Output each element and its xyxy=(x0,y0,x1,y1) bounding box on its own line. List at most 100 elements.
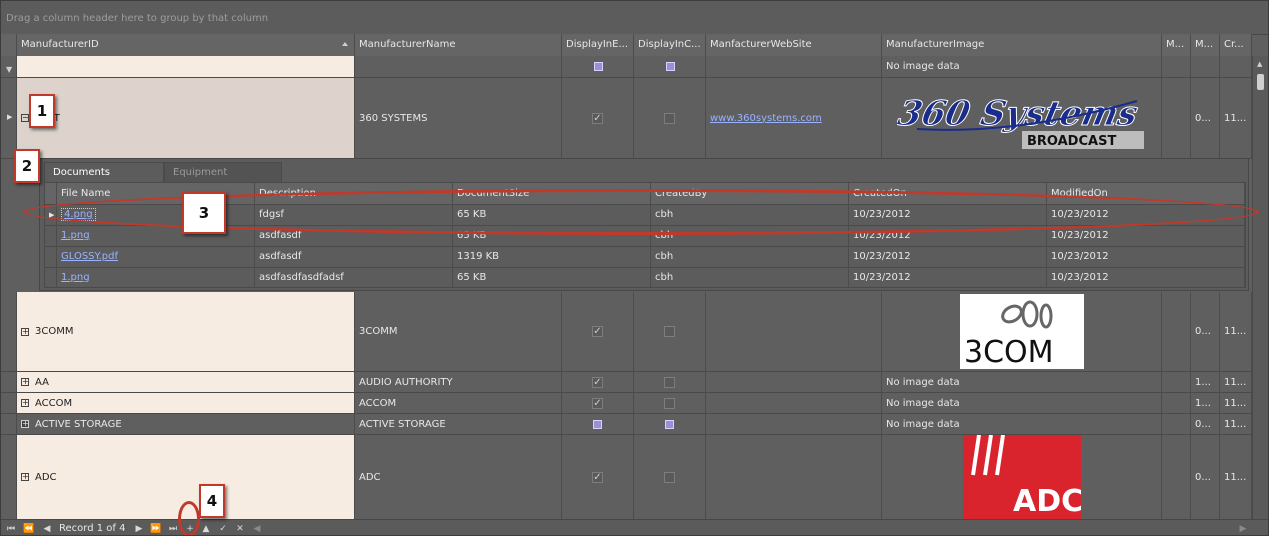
cell-m1[interactable] xyxy=(1162,292,1191,371)
cell-manufacturername[interactable]: 360 SYSTEMS xyxy=(355,78,562,158)
collapse-icon[interactable]: − xyxy=(21,114,29,122)
checked-checkbox-icon[interactable]: ✓ xyxy=(592,112,603,124)
expand-icon[interactable]: + xyxy=(21,399,29,407)
cell-image[interactable]: ADC xyxy=(882,435,1162,519)
file-link[interactable]: 1.png xyxy=(61,230,90,241)
previous-page-icon[interactable]: ⏪ xyxy=(23,523,35,535)
cell-displayine[interactable]: ✓ xyxy=(562,372,634,392)
cell-cr[interactable]: 11... xyxy=(1220,78,1252,158)
filter-displayine-checkbox[interactable] xyxy=(562,56,634,77)
cell-m1[interactable] xyxy=(1162,414,1191,434)
cell-m1[interactable] xyxy=(1162,372,1191,392)
cell-website[interactable] xyxy=(706,435,882,519)
next-record-icon[interactable]: ▶ xyxy=(133,523,145,535)
table-row[interactable]: + AA AUDIO AUTHORITY ✓ No image data 1..… xyxy=(1,372,1252,393)
vertical-scrollbar[interactable]: ▲ xyxy=(1252,56,1268,519)
cell-displayine[interactable]: ✓ xyxy=(562,393,634,413)
cell-m2[interactable]: 1... xyxy=(1191,393,1220,413)
end-edit-icon[interactable]: ✓ xyxy=(217,523,229,535)
cell-image[interactable]: 3COM xyxy=(882,292,1162,371)
next-page-icon[interactable]: ⏩ xyxy=(150,523,162,535)
cell-createdon[interactable]: 10/23/2012 xyxy=(849,246,1047,267)
indeterminate-checkbox-icon[interactable] xyxy=(593,419,602,429)
table-row[interactable]: + ACTIVE STORAGE ACTIVE STORAGE No image… xyxy=(1,414,1252,435)
column-header-displayinc[interactable]: DisplayInC... xyxy=(634,34,706,56)
cell-displayinc[interactable] xyxy=(634,414,706,434)
cell-m2[interactable]: 0... xyxy=(1191,78,1220,158)
filter-m1-input[interactable] xyxy=(1162,56,1191,77)
cell-createdby[interactable]: cbh xyxy=(651,267,849,287)
cell-website[interactable] xyxy=(706,393,882,413)
cell-website[interactable] xyxy=(706,292,882,371)
indeterminate-checkbox-icon[interactable] xyxy=(665,419,674,429)
expand-icon[interactable]: + xyxy=(21,378,29,386)
table-row[interactable]: ▶ − SYST 360 SYSTEMS ✓ www.360systems.co… xyxy=(1,78,1252,159)
cell-description[interactable]: asdfasdfasdfadsf xyxy=(255,267,453,287)
cell-manufacturerid[interactable]: + AA xyxy=(17,372,355,392)
scrollbar-thumb[interactable] xyxy=(1257,74,1264,90)
cell-displayinc[interactable] xyxy=(634,393,706,413)
unchecked-checkbox-icon[interactable] xyxy=(664,397,675,409)
cell-m1[interactable] xyxy=(1162,435,1191,519)
last-record-icon[interactable]: ⏭ xyxy=(167,523,179,535)
cell-createdby[interactable]: cbh xyxy=(651,246,849,267)
file-link[interactable]: GLOSSY.pdf xyxy=(61,251,118,262)
cell-manufacturerid[interactable]: + ACTIVE STORAGE xyxy=(17,414,355,434)
cell-documentsize[interactable]: 1319 KB xyxy=(453,246,651,267)
expand-icon[interactable]: + xyxy=(21,327,29,336)
unchecked-checkbox-icon[interactable] xyxy=(664,471,675,483)
cell-filename[interactable]: GLOSSY.pdf xyxy=(57,246,255,267)
table-row[interactable]: + 3COMM 3COMM ✓ 3COM 0... 11... xyxy=(1,292,1252,372)
column-header-m1[interactable]: M... xyxy=(1162,34,1191,56)
website-link[interactable]: www.360systems.com xyxy=(710,113,822,124)
filter-displayinc-checkbox[interactable] xyxy=(634,56,706,77)
filter-website-input[interactable] xyxy=(706,56,882,77)
cell-displayinc[interactable] xyxy=(634,292,706,371)
cell-documentsize[interactable]: 65 KB xyxy=(453,267,651,287)
cell-image[interactable]: No image data xyxy=(882,393,1162,413)
column-header-image[interactable]: ManufacturerImage xyxy=(882,34,1162,56)
table-row[interactable]: GLOSSY.pdf asdfasdf 1319 KB cbh 10/23/20… xyxy=(45,246,1245,268)
cell-m1[interactable] xyxy=(1162,78,1191,158)
cell-website[interactable] xyxy=(706,414,882,434)
column-header-cr[interactable]: Cr... xyxy=(1220,34,1252,56)
checked-checkbox-icon[interactable]: ✓ xyxy=(592,326,603,337)
column-header-manufacturerid[interactable]: ManufacturerID xyxy=(17,34,355,56)
cell-createdon[interactable]: 10/23/2012 xyxy=(849,267,1047,287)
checked-checkbox-icon[interactable]: ✓ xyxy=(592,471,603,483)
cell-cr[interactable]: 11... xyxy=(1220,292,1252,371)
cell-cr[interactable]: 11... xyxy=(1220,414,1252,434)
cell-image[interactable]: 360 Systems BROADCAST xyxy=(882,78,1162,158)
unchecked-checkbox-icon[interactable] xyxy=(664,112,675,124)
scroll-left-icon[interactable]: ◀ xyxy=(251,523,263,535)
unchecked-checkbox-icon[interactable] xyxy=(664,376,675,388)
cell-modifiedon[interactable]: 10/23/2012 xyxy=(1047,267,1245,287)
cell-manufacturerid[interactable]: + 3COMM xyxy=(17,292,355,371)
filter-m2-input[interactable] xyxy=(1191,56,1220,77)
scroll-right-icon[interactable]: ▶ xyxy=(1237,523,1249,535)
column-header-m2[interactable]: M... xyxy=(1191,34,1220,56)
cell-displayine[interactable]: ✓ xyxy=(562,292,634,371)
cell-website[interactable] xyxy=(706,372,882,392)
cell-manufacturername[interactable]: ACTIVE STORAGE xyxy=(355,414,562,434)
expand-icon[interactable]: + xyxy=(21,420,29,428)
filter-manufacturername-input[interactable] xyxy=(355,56,562,77)
cell-m2[interactable]: 0... xyxy=(1191,292,1220,371)
filter-image-cell[interactable]: No image data xyxy=(882,56,1162,77)
previous-record-icon[interactable]: ◀ xyxy=(41,523,53,535)
cell-image[interactable]: No image data xyxy=(882,414,1162,434)
cell-cr[interactable]: 11... xyxy=(1220,393,1252,413)
cell-manufacturerid[interactable]: + ACCOM xyxy=(17,393,355,413)
column-header-manufacturername[interactable]: ManufacturerName xyxy=(355,34,562,56)
first-record-icon[interactable]: ⏮ xyxy=(5,523,17,535)
cell-m2[interactable]: 0... xyxy=(1191,414,1220,434)
cell-manufacturerid[interactable]: − SYST xyxy=(17,78,355,158)
checked-checkbox-icon[interactable]: ✓ xyxy=(592,397,603,409)
cell-manufacturername[interactable]: ADC xyxy=(355,435,562,519)
filter-cr-input[interactable] xyxy=(1220,56,1252,77)
file-link[interactable]: 1.png xyxy=(61,272,90,283)
cell-image[interactable]: No image data xyxy=(882,372,1162,392)
cancel-edit-icon[interactable]: ✕ xyxy=(234,523,246,535)
cell-m1[interactable] xyxy=(1162,393,1191,413)
cell-displayinc[interactable] xyxy=(634,372,706,392)
